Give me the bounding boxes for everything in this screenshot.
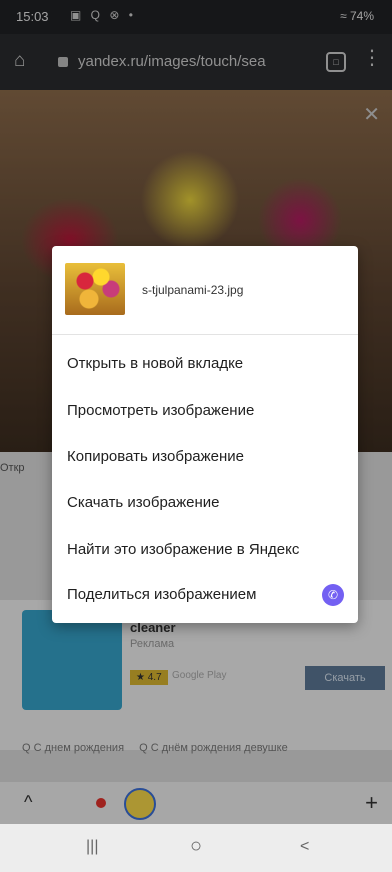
android-nav-bar: ||| ○ <	[0, 824, 392, 872]
image-context-menu: s-tjulpanami-23.jpg Открыть в новой вкла…	[52, 246, 358, 623]
home-button[interactable]: ○	[190, 835, 202, 858]
view-image-item[interactable]: Просмотреть изображение	[67, 393, 347, 429]
share-image-item[interactable]: Поделиться изображением	[67, 577, 347, 613]
recent-apps-button[interactable]: |||	[86, 838, 98, 856]
open-in-new-tab-item[interactable]: Открыть в новой вкладке	[67, 346, 347, 382]
image-thumbnail	[65, 263, 125, 315]
back-button[interactable]: <	[300, 838, 309, 856]
copy-image-item[interactable]: Копировать изображение	[67, 439, 347, 475]
phone-screen: 15:03 ▣ Q ⊗ • ≈ 74% ⌂ yandex.ru/images/t…	[0, 0, 392, 872]
image-filename: s-tjulpanami-23.jpg	[142, 283, 244, 297]
viber-icon[interactable]: ✆	[322, 584, 344, 606]
download-image-item[interactable]: Скачать изображение	[67, 485, 347, 521]
search-image-yandex-item[interactable]: Найти это изображение в Яндекс	[67, 532, 347, 568]
context-menu-header: s-tjulpanami-23.jpg	[52, 246, 358, 335]
